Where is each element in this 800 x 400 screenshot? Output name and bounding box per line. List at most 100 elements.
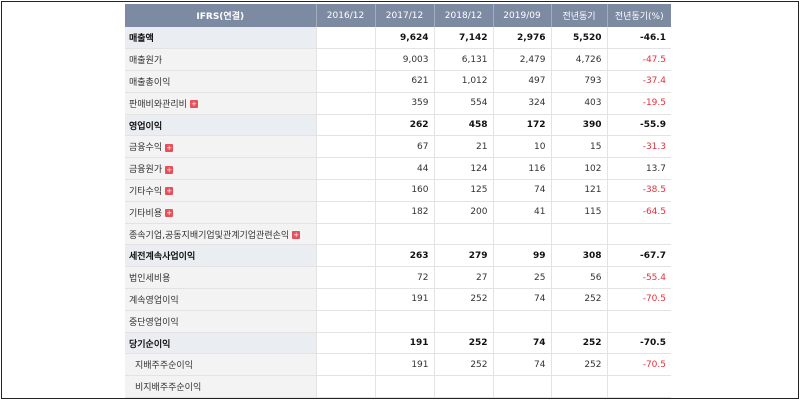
value-cell: 41 xyxy=(493,201,552,224)
table-row: 금융원가 +44 124 116 102 13.7 xyxy=(125,157,671,181)
yoy-pct-cell xyxy=(607,223,671,246)
value-cell xyxy=(434,310,494,333)
value-cell xyxy=(316,157,376,181)
row-label: 지배주주순이익 xyxy=(135,361,193,372)
yoy-pct-cell: -70.5 xyxy=(607,332,671,355)
plus-icon[interactable]: + xyxy=(165,209,174,218)
row-label-cell[interactable]: 판매비와관리비 + xyxy=(125,92,317,115)
value-cell xyxy=(551,375,608,399)
row-label-cell[interactable]: 기타수익 + xyxy=(125,179,317,202)
value-cell xyxy=(316,353,376,377)
table-row: 매출원가 9,003 6,131 2,479 4,726 -47.5 xyxy=(125,48,671,72)
value-cell: 124 xyxy=(434,157,494,181)
header-2019-09: 2019/09 xyxy=(493,4,552,27)
value-cell: 9,003 xyxy=(375,48,435,72)
row-label-cell: 매출액 xyxy=(125,27,317,50)
value-cell: 2,479 xyxy=(493,48,552,72)
value-cell xyxy=(316,27,376,50)
value-cell: 27 xyxy=(434,266,494,290)
plus-icon[interactable]: + xyxy=(292,231,301,240)
value-cell: 74 xyxy=(493,288,552,311)
yoy-pct-cell: -70.5 xyxy=(607,353,671,377)
row-label: 계속영업이익 xyxy=(129,295,179,306)
value-cell: 308 xyxy=(551,244,608,268)
value-cell: 4,726 xyxy=(551,48,608,72)
yoy-pct-cell: -64.5 xyxy=(607,201,671,224)
value-cell: 182 xyxy=(375,201,435,224)
yoy-pct-cell: -31.3 xyxy=(607,135,671,159)
value-cell: 21 xyxy=(434,135,494,159)
yoy-pct-cell: -55.4 xyxy=(607,266,671,290)
value-cell: 160 xyxy=(375,179,435,202)
value-cell: 191 xyxy=(375,353,435,377)
value-cell xyxy=(316,310,376,333)
row-label: 종속기업,공동지배기업및관계기업관련손익 xyxy=(129,230,290,241)
value-cell: 793 xyxy=(551,70,608,93)
value-cell: 74 xyxy=(493,332,552,355)
value-cell xyxy=(434,223,494,246)
value-cell: 7,142 xyxy=(434,27,494,50)
plus-icon[interactable]: + xyxy=(165,143,174,152)
yoy-pct-cell: -67.7 xyxy=(607,244,671,268)
header-2017-12: 2017/12 xyxy=(375,4,435,27)
value-cell: 74 xyxy=(493,179,552,202)
table-row: 금융수익 +67 21 10 15 -31.3 xyxy=(125,135,671,159)
value-cell: 497 xyxy=(493,70,552,93)
value-cell: 72 xyxy=(375,266,435,290)
row-label-cell: 법인세비용 xyxy=(125,266,317,290)
value-cell xyxy=(375,375,435,399)
value-cell: 359 xyxy=(375,92,435,115)
value-cell: 390 xyxy=(551,114,608,137)
yoy-pct-cell: -70.5 xyxy=(607,288,671,311)
value-cell: 9,624 xyxy=(375,27,435,50)
row-label: 비지배주주순이익 xyxy=(135,383,202,394)
value-cell xyxy=(316,114,376,137)
row-label: 영업이익 xyxy=(129,121,163,132)
header-row: IFRS(연결) 2016/12 2017/12 2018/12 2019/09… xyxy=(125,4,671,27)
yoy-pct-cell: -19.5 xyxy=(607,92,671,115)
row-label-cell[interactable]: 기타비용 + xyxy=(125,201,317,224)
value-cell xyxy=(316,244,376,268)
table-row: 판매비와관리비 +359 554 324 403 -19.5 xyxy=(125,92,671,115)
value-cell: 252 xyxy=(551,288,608,311)
value-cell: 25 xyxy=(493,266,552,290)
plus-icon[interactable]: + xyxy=(165,165,174,174)
value-cell: 252 xyxy=(434,332,494,355)
value-cell: 5,520 xyxy=(551,27,608,50)
value-cell: 262 xyxy=(375,114,435,137)
value-cell xyxy=(316,48,376,72)
yoy-pct-cell: -38.5 xyxy=(607,179,671,202)
row-label-cell[interactable]: 금융수익 + xyxy=(125,135,317,159)
table-row: 매출총이익 621 1,012 497 793 -37.4 xyxy=(125,70,671,93)
table-row: 매출액 9,624 7,142 2,976 5,520 -46.1 xyxy=(125,27,671,50)
plus-icon[interactable]: + xyxy=(165,187,174,196)
table-row: 법인세비용 72 27 25 56 -55.4 xyxy=(125,266,671,290)
value-cell xyxy=(551,223,608,246)
value-cell xyxy=(375,223,435,246)
row-label-cell: 영업이익 xyxy=(125,114,317,137)
plus-icon[interactable]: + xyxy=(189,100,198,109)
value-cell: 191 xyxy=(375,288,435,311)
value-cell: 99 xyxy=(493,244,552,268)
value-cell: 56 xyxy=(551,266,608,290)
row-label: 세전계속사업이익 xyxy=(129,252,196,263)
value-cell: 74 xyxy=(493,353,552,377)
value-cell xyxy=(493,310,552,333)
row-label-cell: 매출총이익 xyxy=(125,70,317,93)
value-cell: 116 xyxy=(493,157,552,181)
row-label-cell[interactable]: 금융원가 + xyxy=(125,157,317,181)
row-label-cell[interactable]: 종속기업,공동지배기업및관계기업관련손익 + xyxy=(125,223,317,246)
value-cell: 554 xyxy=(434,92,494,115)
row-label: 당기순이익 xyxy=(129,339,171,350)
value-cell xyxy=(316,70,376,93)
value-cell: 172 xyxy=(493,114,552,137)
value-cell xyxy=(316,201,376,224)
row-label: 기타비용 xyxy=(129,208,163,219)
value-cell: 115 xyxy=(551,201,608,224)
row-label: 판매비와관리비 xyxy=(129,99,187,110)
value-cell: 252 xyxy=(551,332,608,355)
row-label: 법인세비용 xyxy=(129,274,171,285)
value-cell: 10 xyxy=(493,135,552,159)
yoy-pct-cell: -55.9 xyxy=(607,114,671,137)
value-cell: 252 xyxy=(434,353,494,377)
